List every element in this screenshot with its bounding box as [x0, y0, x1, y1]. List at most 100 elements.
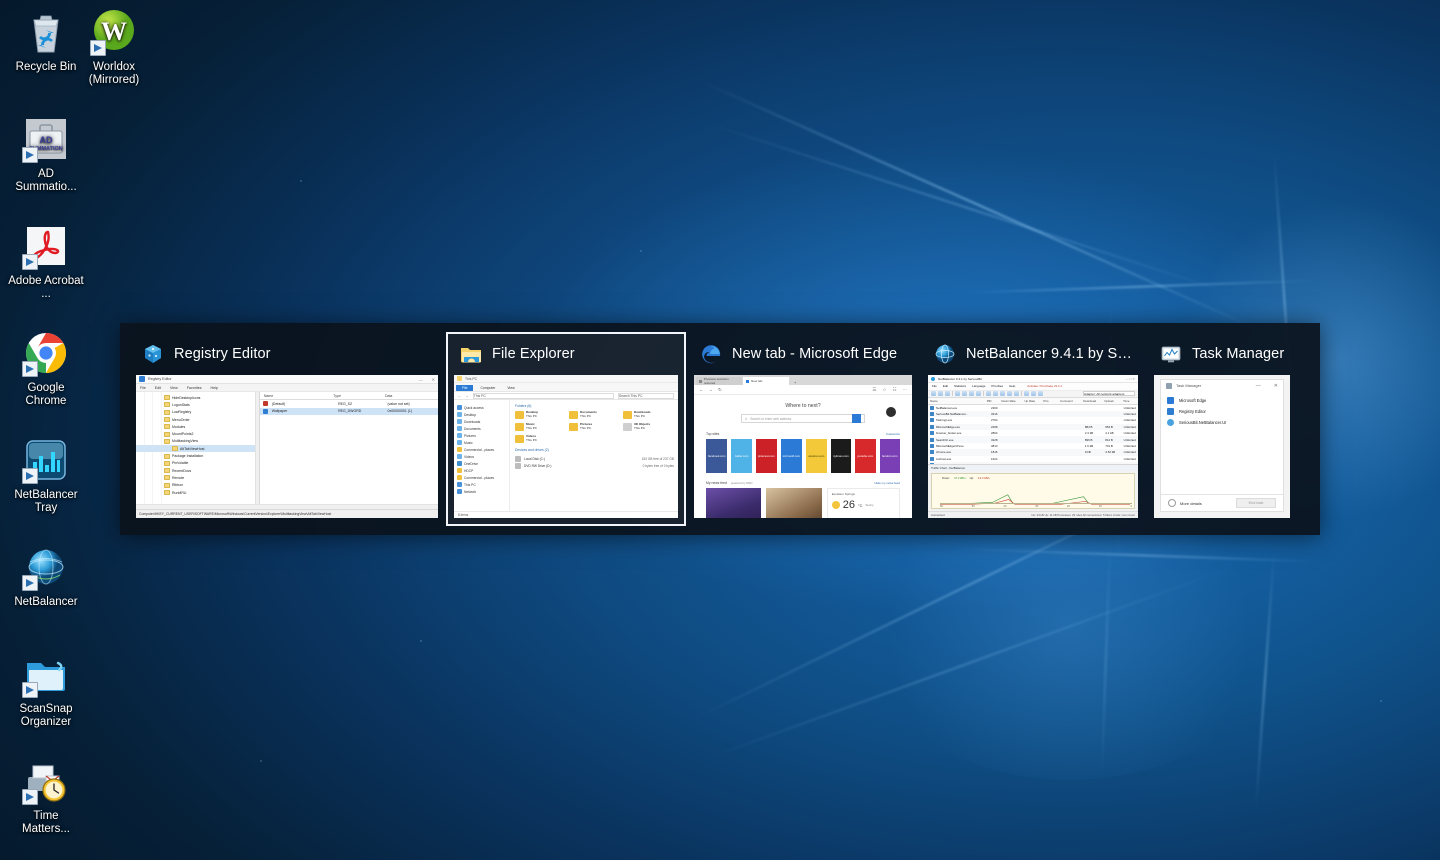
folder-item[interactable]: Music This PC [515, 423, 559, 431]
activation-notice[interactable]: Activate / Purchase v9.4.1 [1027, 384, 1062, 388]
tab-strip[interactable]: Previous sessions restored New tab + [694, 375, 912, 385]
toolbar-icon[interactable] [1007, 391, 1012, 396]
registry-tree[interactable]: HideDesktopIcons LogonStats LowRegistry … [136, 392, 260, 504]
top-site-tile[interactable]: pinterest.com [755, 439, 777, 473]
toolbar-icon[interactable] [1000, 391, 1005, 396]
minimize-icon[interactable]: — [1256, 383, 1261, 389]
hide-news-link[interactable]: Hide my news feed [874, 481, 900, 485]
back-icon[interactable]: ← [458, 394, 461, 398]
customize-link[interactable]: Customize [886, 432, 900, 436]
news-card[interactable] [706, 488, 762, 518]
browser-tab[interactable]: Previous sessions restored [696, 377, 742, 385]
menu-priorities[interactable]: Priorities [991, 384, 1003, 388]
folder-item[interactable]: Documents This PC [569, 411, 613, 419]
switcher-tile-task-manager[interactable]: Task Manager Task Manager — ✕ Microsoft E… [1146, 332, 1298, 526]
process-table[interactable]: NetBalancer.exe 2260 Unlimited SeriousBit.… [928, 404, 1138, 464]
thumbnail-microsoft-edge[interactable]: Previous sessions restored New tab + ← →… [694, 375, 912, 518]
minimize-icon[interactable]: — [419, 377, 423, 382]
desktop-icon-scansnap-organizer[interactable]: ScanSnap Organizer [8, 650, 84, 729]
top-site-tile[interactable]: facebook.com [706, 439, 728, 473]
adapter-select[interactable]: Adapter: All network adapters [1083, 390, 1135, 397]
app-row[interactable]: SeriousBit.NetBalancer.UI [1167, 417, 1277, 428]
menu-help[interactable]: Help [1009, 384, 1015, 388]
drive-row[interactable]: DVD RW Drive (D:) 0 bytes free of 0 bytes [515, 462, 674, 469]
nav-item[interactable]: HDCP [457, 467, 509, 474]
alt-tab-switcher[interactable]: Registry Editor Registry Editor — ✕ File … [120, 323, 1320, 535]
browser-toolbar[interactable]: ← → ↻ ☰ ☆ ☷ ⋯ [694, 385, 912, 395]
search-input[interactable]: Search This PC [617, 392, 674, 399]
top-site-tile[interactable]: amazon.com [806, 439, 827, 473]
refresh-icon[interactable]: ↻ [718, 387, 722, 393]
weather-card[interactable]: Excelsior Springs 26 °C Sunny [826, 488, 900, 518]
folder-item[interactable]: 3D Objects This PC [623, 423, 667, 431]
toolbar-icon[interactable] [976, 391, 981, 396]
desktop-icon-adobe-acrobat[interactable]: Adobe Acrobat ... [8, 222, 84, 301]
nav-item[interactable]: Documents [457, 425, 509, 432]
nav-item[interactable]: This PC [457, 481, 509, 488]
switcher-tile-netbalancer[interactable]: NetBalancer 9.4.1 by Seriou... NetBalanc… [920, 332, 1146, 526]
top-site-tile[interactable]: youtube.com [855, 439, 876, 473]
thumbnail-netbalancer[interactable]: NetBalancer 9.4.1 by SeriousBit — □ ✕ Fi… [928, 375, 1138, 518]
favorites-icon[interactable]: ☆ [882, 387, 886, 393]
nav-item[interactable]: Desktop [457, 411, 509, 418]
toolbar-icon[interactable] [1014, 391, 1019, 396]
toolbar-icon[interactable] [945, 391, 950, 396]
folder-item[interactable]: Downloads This PC [623, 411, 667, 419]
navigation-pane[interactable]: Quick access Desktop Downloads Documents… [454, 400, 510, 511]
window-controls[interactable]: — ✕ [1256, 383, 1278, 389]
desktop-icon-time-matters[interactable]: Time Matters... [8, 757, 84, 836]
desktop-icon-recycle-bin[interactable]: Recycle Bin [8, 8, 84, 74]
thumbnail-file-explorer[interactable]: This PC File Computer View ← → This PC S… [454, 375, 678, 518]
traffic-chart[interactable]: Down: 47.2 kB/s Up: 13.3 kB/s 60 50 40 3… [931, 473, 1135, 509]
value-row[interactable]: (Default) REG_SZ (value not set) [260, 400, 438, 408]
app-row[interactable]: Microsoft Edge [1167, 395, 1277, 406]
search-go-button[interactable] [852, 414, 862, 423]
toolbar-icon[interactable] [969, 391, 974, 396]
browser-tab-active[interactable]: New tab [743, 377, 789, 385]
app-row[interactable]: Registry Editor [1167, 406, 1277, 417]
nav-item[interactable]: OneDrive [457, 460, 509, 467]
toolbar-icon[interactable] [955, 391, 960, 396]
folder-item[interactable]: Pictures This PC [569, 423, 613, 431]
window-controls[interactable]: — ✕ [419, 377, 435, 382]
menubar[interactable]: File Edit View Favorites Help [136, 384, 438, 392]
forward-icon[interactable]: → [709, 387, 714, 392]
desktop-icon-netbalancer[interactable]: NetBalancer [8, 543, 84, 609]
hub-icon[interactable]: ☷ [892, 387, 896, 393]
menu-view[interactable]: View [170, 386, 178, 390]
toolbar[interactable]: Adapter: All network adapters [928, 389, 1138, 398]
desktop-icon-netbalancer-tray[interactable]: NetBalancer Tray [8, 436, 84, 515]
nav-item[interactable]: Commercial - places [457, 446, 509, 453]
toolbar-icon[interactable] [931, 391, 936, 396]
folder-item[interactable]: Videos This PC [515, 435, 559, 443]
forward-icon[interactable]: → [465, 394, 468, 398]
more-details-button[interactable]: More details [1168, 499, 1202, 507]
close-icon[interactable]: ✕ [1274, 383, 1278, 389]
nav-item[interactable]: Pictures [457, 432, 509, 439]
drive-row[interactable]: Local Disk (C:) 153 GB free of 237 GB [515, 455, 674, 462]
menu-file[interactable]: File [932, 384, 937, 388]
app-list[interactable]: Microsoft Edge Registry Editor SeriousBi… [1161, 391, 1283, 494]
toolbar-icon[interactable] [938, 391, 943, 396]
menu-help[interactable]: Help [211, 386, 218, 390]
tree-scrollbar[interactable] [254, 392, 259, 504]
end-task-button[interactable]: End task [1236, 498, 1276, 508]
nav-item[interactable]: Music [457, 439, 509, 446]
toolbar-icon[interactable] [1024, 391, 1029, 396]
nav-item[interactable]: Network [457, 488, 509, 495]
menu-file[interactable]: File [140, 386, 146, 390]
nav-item[interactable]: Downloads [457, 418, 509, 425]
address-input[interactable]: This PC [472, 392, 614, 399]
desktop-icon-ad-summation[interactable]: AD SUMMATION AD Summatio... [8, 115, 84, 194]
menu-edit[interactable]: Edit [155, 386, 161, 390]
new-tab-page[interactable]: Where to next? ⚲ Search or enter web add… [694, 395, 912, 518]
back-icon[interactable]: ← [699, 387, 704, 392]
desktop[interactable]: Recycle Bin W Worldox (Mirrored) AD SUMM… [0, 0, 1440, 860]
toolbar-right-actions[interactable]: ☰ ☆ ☷ ⋯ [872, 387, 907, 393]
ribbon-tabs[interactable]: File Computer View [454, 383, 678, 391]
address-bar[interactable]: ← → This PC Search This PC [454, 391, 678, 400]
registry-values[interactable]: Name Type Data (Default) REG_SZ (value n… [259, 392, 438, 504]
news-card[interactable] [766, 488, 822, 518]
menu-statistics[interactable]: Statistics [954, 384, 966, 388]
toolbar-icon[interactable] [993, 391, 998, 396]
